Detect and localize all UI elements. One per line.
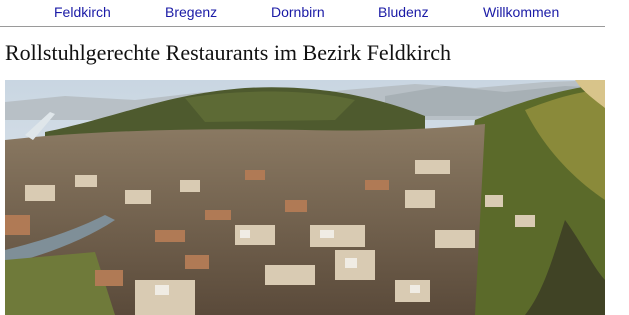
nav-link-willkommen[interactable]: Willkommen [483, 4, 559, 20]
feldkirch-panorama-photo [5, 80, 605, 315]
nav-link-dornbirn[interactable]: Dornbirn [271, 4, 325, 20]
page-title: Rollstuhlgerechte Restaurants im Bezirk … [5, 40, 452, 65]
nav-link-bludenz[interactable]: Bludenz [378, 4, 429, 20]
nav-link-feldkirch[interactable]: Feldkirch [54, 4, 111, 20]
top-navigation: Feldkirch Bregenz Dornbirn Bludenz Willk… [0, 0, 605, 27]
nav-link-bregenz[interactable]: Bregenz [165, 4, 217, 20]
